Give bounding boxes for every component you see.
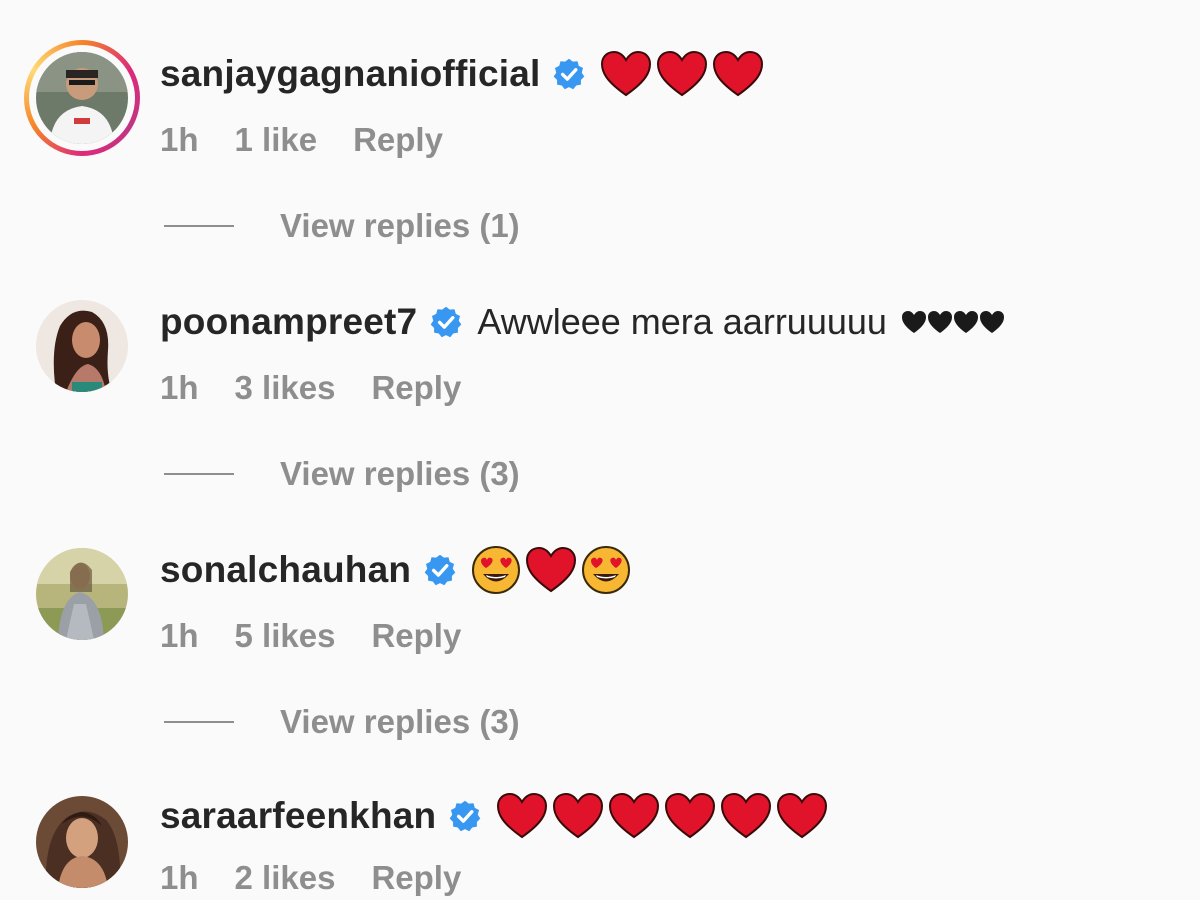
comment-time: 1h <box>160 617 199 654</box>
comment-meta: 1h 5 likes Reply <box>160 614 497 658</box>
red-heart-emoji <box>609 792 660 839</box>
comment-header: sonalchauhan <box>160 542 635 598</box>
comments-list: sanjaygagnaniofficial 1h 1 like Reply Vi… <box>0 0 1200 900</box>
comment-text-body: Awwleee mera aarruuuuu <box>477 301 887 342</box>
divider-dash <box>164 473 234 475</box>
username[interactable]: sonalchauhan <box>160 549 411 591</box>
black-heart-emoji <box>979 311 1004 333</box>
divider-dash <box>164 225 234 227</box>
comment-meta: 1h 3 likes Reply <box>160 366 497 410</box>
black-heart-emoji <box>953 311 978 333</box>
comment-time: 1h <box>160 369 199 406</box>
black-heart-emoji <box>927 311 952 333</box>
red-heart-emoji <box>526 546 577 593</box>
verified-badge-icon <box>554 58 585 90</box>
comment-time: 1h <box>160 121 199 158</box>
view-replies-button[interactable]: View replies (3) <box>164 700 520 744</box>
divider-dash <box>164 721 234 723</box>
reply-button[interactable]: Reply <box>371 369 461 407</box>
comment-header: saraarfeenkhan <box>160 788 832 844</box>
comment-text <box>471 545 635 595</box>
like-count[interactable]: 3 likes <box>235 369 336 407</box>
verified-badge-icon <box>450 800 481 832</box>
avatar[interactable] <box>36 52 128 144</box>
like-count[interactable]: 2 likes <box>235 859 336 897</box>
heart-eyes-emoji <box>472 546 521 594</box>
comment-header: poonampreet7 Awwleee mera aarruuuuu <box>160 294 1005 350</box>
red-heart-emoji <box>553 792 604 839</box>
avatar[interactable] <box>36 300 128 392</box>
red-heart-emoji <box>601 50 652 97</box>
comment-text <box>600 50 768 98</box>
view-replies-button[interactable]: View replies (1) <box>164 204 520 248</box>
username[interactable]: poonampreet7 <box>160 301 417 343</box>
verified-badge-icon <box>431 306 462 338</box>
heart-eyes-emoji <box>582 546 631 594</box>
comment-meta: 1h 2 likes Reply <box>160 856 497 900</box>
red-heart-emoji <box>721 792 772 839</box>
avatar[interactable] <box>36 548 128 640</box>
username[interactable]: saraarfeenkhan <box>160 795 436 837</box>
like-count[interactable]: 1 like <box>235 121 318 159</box>
comment-meta: 1h 1 like Reply <box>160 118 479 162</box>
red-heart-emoji <box>713 50 764 97</box>
comment-text: Awwleee mera aarruuuuu <box>477 301 1005 343</box>
reply-button[interactable]: Reply <box>371 617 461 655</box>
black-heart-emoji <box>901 311 926 333</box>
verified-badge-icon <box>424 554 456 586</box>
red-heart-emoji <box>497 792 548 839</box>
reply-button[interactable]: Reply <box>371 859 461 897</box>
comment-time: 1h <box>160 859 199 896</box>
red-heart-emoji <box>665 792 716 839</box>
comment-text <box>496 792 832 840</box>
view-replies-label: View replies (1) <box>280 207 520 244</box>
view-replies-label: View replies (3) <box>280 703 520 740</box>
reply-button[interactable]: Reply <box>353 121 443 159</box>
like-count[interactable]: 5 likes <box>235 617 336 655</box>
red-heart-emoji <box>777 792 828 839</box>
username[interactable]: sanjaygagnaniofficial <box>160 53 540 95</box>
view-replies-label: View replies (3) <box>280 455 520 492</box>
red-heart-emoji <box>657 50 708 97</box>
view-replies-button[interactable]: View replies (3) <box>164 452 520 496</box>
comment-header: sanjaygagnaniofficial <box>160 46 768 102</box>
avatar[interactable] <box>36 796 128 888</box>
